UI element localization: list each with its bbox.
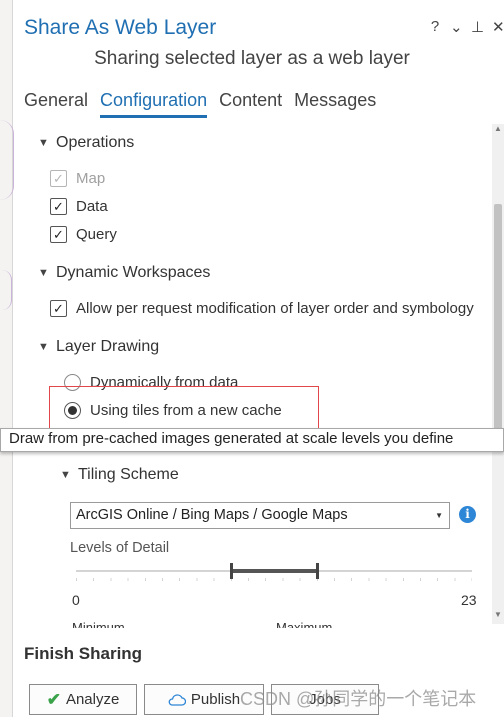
lod-min-handle[interactable] (230, 563, 233, 579)
cloud-icon (168, 693, 186, 706)
data-checkbox[interactable]: ✓ (50, 198, 67, 215)
lod-slider-ticks (76, 578, 472, 581)
analyze-label: Analyze (65, 691, 120, 708)
scroll-thumb[interactable] (494, 204, 502, 444)
map-feature (2, 270, 12, 310)
data-label: Data (76, 198, 108, 215)
close-icon[interactable]: ✕ (492, 18, 504, 36)
maximum-label: Maximum (276, 620, 333, 628)
pane-controls: ? ⌄ ⊥ ✕ (429, 18, 504, 36)
query-label: Query (76, 226, 117, 243)
lod-range-min: 0 (72, 592, 80, 608)
check-icon: ✔ (46, 689, 61, 709)
jobs-label: Jobs (309, 691, 341, 708)
share-pane: Share As Web Layer ? ⌄ ⊥ ✕ Sharing selec… (14, 0, 504, 717)
pane-subtitle: Sharing selected layer as a web layer (94, 48, 410, 69)
help-icon[interactable]: ? (429, 18, 441, 36)
dynamic-workspaces-header[interactable]: ▼ Dynamic Workspaces (38, 264, 210, 282)
tiles-radio[interactable] (64, 402, 81, 419)
drawing-tooltip: Draw from pre-cached images generated at… (0, 428, 504, 452)
lod-range-max: 23 (461, 592, 477, 608)
publish-button[interactable]: Publish (144, 684, 264, 715)
operation-query-row: ✓ Query (50, 226, 117, 243)
map-background (0, 0, 14, 717)
chevron-down-icon: ▼ (38, 267, 49, 279)
lod-slider-range (232, 569, 318, 573)
layer-drawing-header[interactable]: ▼ Layer Drawing (38, 338, 159, 356)
operation-map-row: ✓ Map (50, 170, 105, 187)
scroll-down-icon[interactable]: ▼ (492, 610, 504, 624)
scroll-up-icon[interactable]: ▲ (492, 124, 504, 138)
tab-general[interactable]: General (24, 90, 88, 118)
operation-data-row: ✓ Data (50, 198, 108, 215)
dynamic-workspaces-label: Dynamic Workspaces (56, 264, 211, 281)
tiles-drawing-option: Using tiles from a new cache (64, 402, 282, 419)
map-feature (0, 120, 14, 200)
jobs-button[interactable]: Jobs (271, 684, 379, 715)
query-checkbox[interactable]: ✓ (50, 226, 67, 243)
pin-icon[interactable]: ⊥ (471, 18, 484, 36)
tiling-scheme-header[interactable]: ▼ Tiling Scheme (60, 466, 179, 484)
dynamic-radio[interactable] (64, 374, 81, 391)
per-request-label: Allow per request modification of layer … (76, 300, 474, 317)
vertical-scrollbar[interactable]: ▲ ▼ (492, 124, 504, 624)
tab-messages[interactable]: Messages (294, 90, 376, 118)
tiling-scheme-dropdown[interactable]: ArcGIS Online / Bing Maps / Google Maps … (70, 502, 450, 529)
tab-content[interactable]: Content (219, 90, 282, 118)
operations-header[interactable]: ▼ Operations (38, 134, 134, 152)
map-checkbox[interactable]: ✓ (50, 170, 67, 187)
info-icon[interactable]: i (459, 506, 476, 523)
tab-configuration[interactable]: Configuration (100, 90, 208, 118)
lod-max-handle[interactable] (316, 563, 319, 579)
options-menu-icon[interactable]: ⌄ (450, 18, 463, 36)
operations-label: Operations (56, 134, 135, 151)
publish-label: Publish (190, 691, 241, 708)
configuration-panel: ▼ Operations ✓ Map ✓ Data ✓ Query ▼ Dyna… (14, 124, 504, 628)
layer-drawing-label: Layer Drawing (56, 338, 160, 355)
tiles-radio-label: Using tiles from a new cache (90, 402, 282, 419)
per-request-row: ✓ Allow per request modification of laye… (50, 300, 474, 317)
analyze-button[interactable]: ✔ Analyze (29, 684, 137, 715)
map-label: Map (76, 170, 106, 187)
finish-sharing-header: Finish Sharing (24, 644, 143, 663)
tiling-scheme-label: Tiling Scheme (78, 466, 179, 483)
minimum-label: Minimum (72, 620, 125, 628)
levels-of-detail-label: Levels of Detail (70, 540, 170, 556)
chevron-down-icon: ▼ (60, 469, 71, 481)
per-request-checkbox[interactable]: ✓ (50, 300, 67, 317)
dynamic-radio-label: Dynamically from data (90, 374, 239, 391)
pane-title: Share As Web Layer (24, 16, 217, 39)
tab-bar: General Configuration Content Messages (24, 90, 376, 118)
tiling-scheme-value: ArcGIS Online / Bing Maps / Google Maps (76, 507, 348, 523)
dynamic-drawing-option: Dynamically from data (64, 374, 238, 391)
dropdown-arrow-icon: ▼ (435, 511, 443, 520)
chevron-down-icon: ▼ (38, 341, 49, 353)
chevron-down-icon: ▼ (38, 137, 49, 149)
